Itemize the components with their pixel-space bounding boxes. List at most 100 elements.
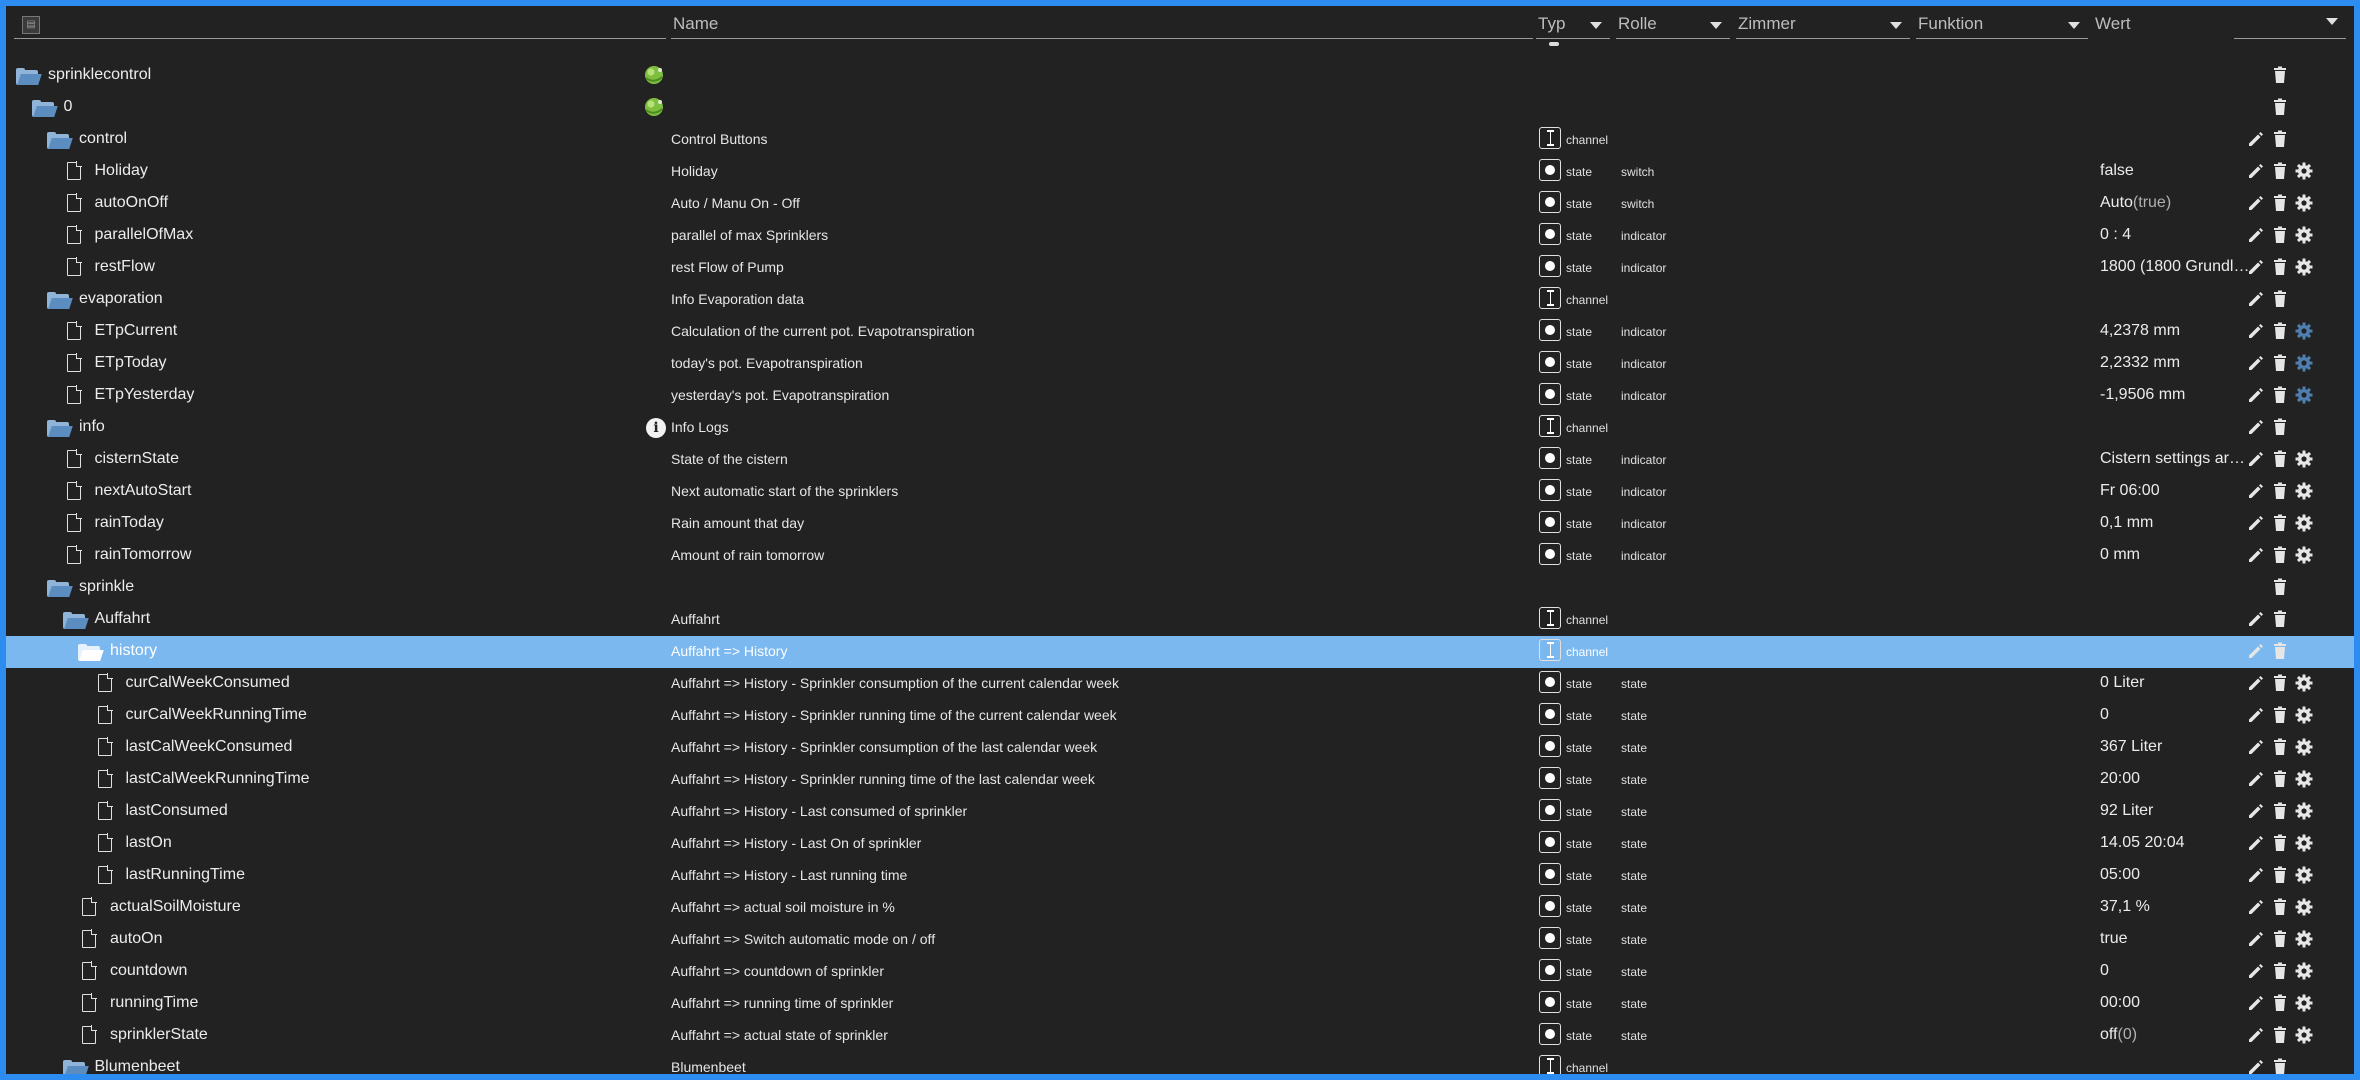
tree-row-parallelofmax[interactable]: parallelOfMax parallel of max Sprinklers… — [6, 220, 2354, 252]
object-value[interactable]: 0 — [2100, 706, 2250, 724]
object-value[interactable]: 0 : 4 — [2100, 226, 2250, 244]
trash-icon[interactable] — [2270, 385, 2290, 405]
tree-row-holiday[interactable]: Holiday Holiday state switch false — [6, 156, 2354, 188]
tree-row-lastcalweekrunningtime[interactable]: lastCalWeekRunningTime Auffahrt => Histo… — [6, 764, 2354, 796]
object-value[interactable]: 14.05 20:04 — [2100, 834, 2250, 852]
object-value[interactable]: 92 Liter — [2100, 802, 2250, 820]
tree-row-sprinklecontrol[interactable]: sprinklecontrol — [6, 60, 2354, 92]
object-value[interactable]: Cistern settings are not active! — [2100, 450, 2250, 468]
tree-row-runningtime[interactable]: runningTime Auffahrt => running time of … — [6, 988, 2354, 1020]
gear-icon[interactable] — [2294, 673, 2314, 693]
object-value[interactable]: 0 — [2100, 962, 2250, 980]
tree-row-countdown[interactable]: countdown Auffahrt => countdown of sprin… — [6, 956, 2354, 988]
tree-row-nextautostart[interactable]: nextAutoStart Next automatic start of th… — [6, 476, 2354, 508]
tree-row-curcalweekrunningtime[interactable]: curCalWeekRunningTime Auffahrt => Histor… — [6, 700, 2354, 732]
tree-row-autoonoff[interactable]: autoOnOff Auto / Manu On - Off state swi… — [6, 188, 2354, 220]
trash-icon[interactable] — [2270, 929, 2290, 949]
pencil-icon[interactable] — [2246, 961, 2266, 981]
gear-icon[interactable] — [2294, 513, 2314, 533]
trash-icon[interactable] — [2270, 641, 2290, 661]
tree-row-info[interactable]: info Info Logs channel i — [6, 412, 2354, 444]
pencil-icon[interactable] — [2246, 417, 2266, 437]
object-value[interactable]: true — [2100, 930, 2250, 948]
trash-icon[interactable] — [2270, 577, 2290, 597]
trash-icon[interactable] — [2270, 417, 2290, 437]
tree-row-sprinkle[interactable]: sprinkle — [6, 572, 2354, 604]
trash-icon[interactable] — [2270, 673, 2290, 693]
tree-row-0[interactable]: 0 — [6, 92, 2354, 124]
pencil-icon[interactable] — [2246, 865, 2266, 885]
tree-row-raintomorrow[interactable]: rainTomorrow Amount of rain tomorrow sta… — [6, 540, 2354, 572]
gear-icon[interactable] — [2294, 321, 2314, 341]
pencil-icon[interactable] — [2246, 385, 2266, 405]
trash-icon[interactable] — [2270, 737, 2290, 757]
tree-row-laston[interactable]: lastOn Auffahrt => History - Last On of … — [6, 828, 2354, 860]
object-value[interactable]: 05:00 — [2100, 866, 2250, 884]
object-value[interactable]: Fr 06:00 — [2100, 482, 2250, 500]
trash-icon[interactable] — [2270, 769, 2290, 789]
object-value[interactable]: 2,2332 mm — [2100, 354, 2250, 372]
role-filter-select[interactable]: Rolle — [1616, 10, 1730, 39]
trash-icon[interactable] — [2270, 961, 2290, 981]
gear-icon[interactable] — [2294, 929, 2314, 949]
pencil-icon[interactable] — [2246, 161, 2266, 181]
object-value[interactable]: 37,1 % — [2100, 898, 2250, 916]
pencil-icon[interactable] — [2246, 353, 2266, 373]
tree-row-blumenbeet[interactable]: Blumenbeet Blumenbeet channel — [6, 1052, 2354, 1074]
trash-icon[interactable] — [2270, 129, 2290, 149]
trash-icon[interactable] — [2270, 225, 2290, 245]
tree-row-autoon[interactable]: autoOn Auffahrt => Switch automatic mode… — [6, 924, 2354, 956]
pencil-icon[interactable] — [2246, 481, 2266, 501]
trash-icon[interactable] — [2270, 993, 2290, 1013]
object-value[interactable]: 00:00 — [2100, 994, 2250, 1012]
trash-icon[interactable] — [2270, 481, 2290, 501]
tree-row-curcalweekconsumed[interactable]: curCalWeekConsumed Auffahrt => History -… — [6, 668, 2354, 700]
pencil-icon[interactable] — [2246, 641, 2266, 661]
trash-icon[interactable] — [2270, 193, 2290, 213]
gear-icon[interactable] — [2294, 833, 2314, 853]
pencil-icon[interactable] — [2246, 737, 2266, 757]
trash-icon[interactable] — [2270, 321, 2290, 341]
tree-row-actualsoilmoisture[interactable]: actualSoilMoisture Auffahrt => actual so… — [6, 892, 2354, 924]
gear-icon[interactable] — [2294, 545, 2314, 565]
tree-row-history[interactable]: history Auffahrt => History channel — [6, 636, 2354, 668]
pencil-icon[interactable] — [2246, 129, 2266, 149]
type-filter-select[interactable]: Typ — [1536, 10, 1610, 39]
trash-icon[interactable] — [2270, 897, 2290, 917]
pencil-icon[interactable] — [2246, 929, 2266, 949]
gear-icon[interactable] — [2294, 961, 2314, 981]
pencil-icon[interactable] — [2246, 897, 2266, 917]
pencil-icon[interactable] — [2246, 257, 2266, 277]
gear-icon[interactable] — [2294, 801, 2314, 821]
gear-icon[interactable] — [2294, 1025, 2314, 1045]
trash-icon[interactable] — [2270, 833, 2290, 853]
pencil-icon[interactable] — [2246, 1057, 2266, 1074]
trash-icon[interactable] — [2270, 65, 2290, 85]
name-filter-input[interactable]: Name — [671, 10, 1533, 39]
pencil-icon[interactable] — [2246, 673, 2266, 693]
pencil-icon[interactable] — [2246, 193, 2266, 213]
gear-icon[interactable] — [2294, 449, 2314, 469]
gear-icon[interactable] — [2294, 161, 2314, 181]
room-filter-select[interactable]: Zimmer — [1736, 10, 1910, 39]
tree-row-control[interactable]: control Control Buttons channel — [6, 124, 2354, 156]
tree-row-sprinklerstate[interactable]: sprinklerState Auffahrt => actual state … — [6, 1020, 2354, 1052]
gear-icon[interactable] — [2294, 193, 2314, 213]
object-value[interactable]: 367 Liter — [2100, 738, 2250, 756]
pencil-icon[interactable] — [2246, 225, 2266, 245]
trash-icon[interactable] — [2270, 1025, 2290, 1045]
trash-icon[interactable] — [2270, 1057, 2290, 1074]
pencil-icon[interactable] — [2246, 449, 2266, 469]
pencil-icon[interactable] — [2246, 801, 2266, 821]
trash-icon[interactable] — [2270, 161, 2290, 181]
tree-row-raintoday[interactable]: rainToday Rain amount that day state ind… — [6, 508, 2354, 540]
gear-icon[interactable] — [2294, 481, 2314, 501]
info-icon[interactable]: i — [646, 418, 666, 438]
tree-row-restflow[interactable]: restFlow rest Flow of Pump state indicat… — [6, 252, 2354, 284]
trash-icon[interactable] — [2270, 449, 2290, 469]
gear-icon[interactable] — [2294, 993, 2314, 1013]
trash-icon[interactable] — [2270, 545, 2290, 565]
trash-icon[interactable] — [2270, 801, 2290, 821]
object-value[interactable]: false — [2100, 162, 2250, 180]
pencil-icon[interactable] — [2246, 609, 2266, 629]
